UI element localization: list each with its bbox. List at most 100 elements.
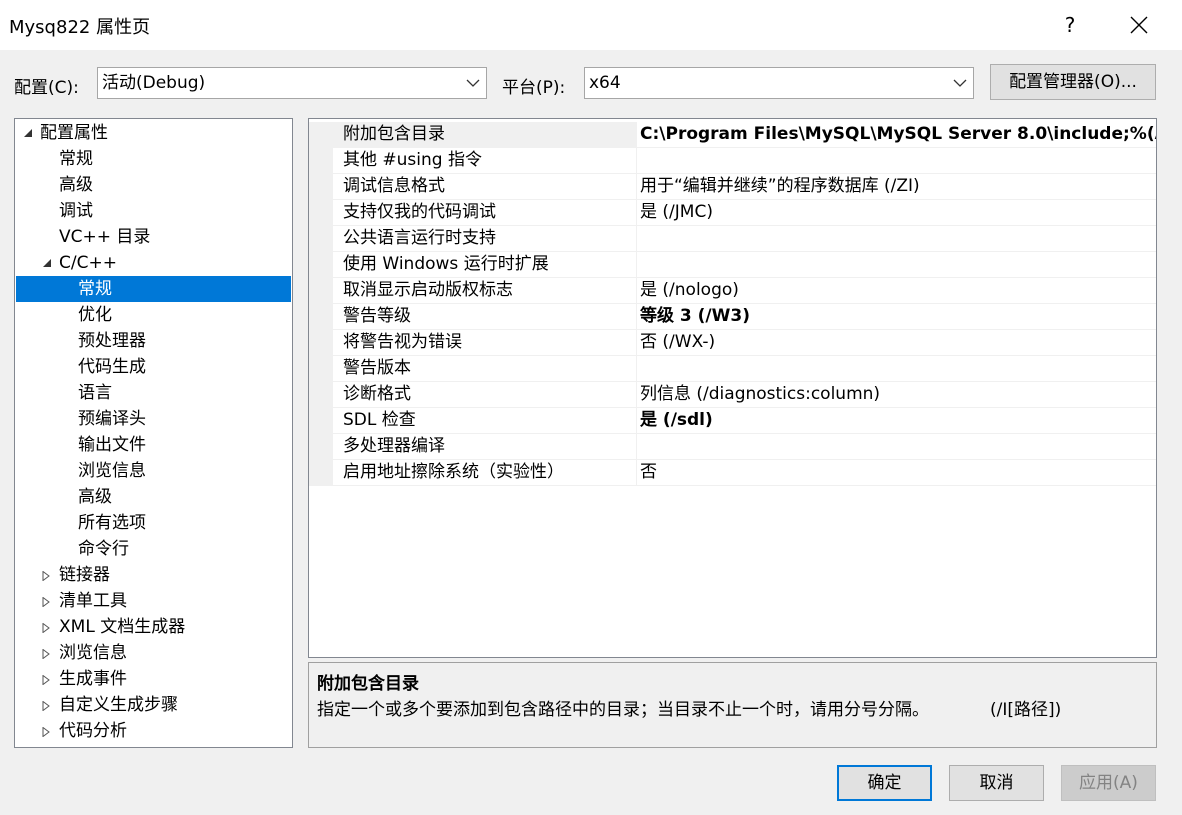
expanded-triangle-icon[interactable] bbox=[23, 120, 35, 146]
collapsed-triangle-icon[interactable] bbox=[42, 666, 54, 692]
property-value[interactable]: 否 (/WX-) bbox=[640, 330, 1156, 355]
property-value[interactable] bbox=[640, 226, 1156, 251]
property-value[interactable] bbox=[640, 356, 1156, 381]
property-name: SDL 检查 bbox=[343, 410, 416, 430]
tree-item[interactable]: 预处理器 bbox=[15, 328, 292, 354]
tree-item-label: 预编译头 bbox=[78, 409, 146, 429]
property-name: 取消显示启动版权标志 bbox=[343, 280, 513, 300]
property-value[interactable] bbox=[640, 252, 1156, 277]
property-row[interactable]: 使用 Windows 运行时扩展 bbox=[309, 252, 1156, 278]
row-gutter bbox=[309, 122, 333, 148]
property-name: 使用 Windows 运行时扩展 bbox=[343, 254, 549, 274]
property-row[interactable]: 警告版本 bbox=[309, 356, 1156, 382]
apply-button[interactable]: 应用(A) bbox=[1061, 765, 1156, 801]
tree-item-label: VC++ 目录 bbox=[59, 227, 151, 247]
tree-item[interactable]: 常规 bbox=[15, 146, 292, 172]
tree-item[interactable]: 常规 bbox=[16, 276, 291, 302]
platform-dropdown-value: x64 bbox=[589, 73, 621, 93]
tree-item[interactable]: 配置属性 bbox=[15, 120, 292, 146]
property-row[interactable]: 启用地址擦除系统（实验性） 否 bbox=[309, 460, 1156, 486]
column-divider bbox=[636, 174, 637, 200]
property-name: 警告等级 bbox=[343, 306, 411, 326]
row-gutter bbox=[309, 356, 333, 382]
property-row[interactable]: 公共语言运行时支持 bbox=[309, 226, 1156, 252]
property-value[interactable]: 列信息 (/diagnostics:column) bbox=[640, 382, 1156, 407]
property-value[interactable]: 是 (/nologo) bbox=[640, 278, 1156, 303]
tree-item-label: 命令行 bbox=[78, 539, 129, 559]
tree-item[interactable]: 生成事件 bbox=[15, 666, 292, 692]
property-name: 支持仅我的代码调试 bbox=[343, 202, 496, 222]
tree-item[interactable]: 调试 bbox=[15, 198, 292, 224]
property-row[interactable]: 警告等级 等级 3 (/W3) bbox=[309, 304, 1156, 330]
tree-item[interactable]: 清单工具 bbox=[15, 588, 292, 614]
tree-item[interactable]: 浏览信息 bbox=[15, 458, 292, 484]
property-row[interactable]: SDL 检查 是 (/sdl) bbox=[309, 408, 1156, 434]
tree-item[interactable]: 浏览信息 bbox=[15, 640, 292, 666]
tree-item[interactable]: 语言 bbox=[15, 380, 292, 406]
property-value[interactable]: 是 (/JMC) bbox=[640, 200, 1156, 225]
property-value[interactable]: C:\Program Files\MySQL\MySQL Server 8.0\… bbox=[640, 122, 1156, 147]
collapsed-triangle-icon[interactable] bbox=[42, 588, 54, 614]
collapsed-triangle-icon[interactable] bbox=[42, 614, 54, 640]
property-row[interactable]: 将警告视为错误 否 (/WX-) bbox=[309, 330, 1156, 356]
tree-item[interactable]: 代码生成 bbox=[15, 354, 292, 380]
tree-item[interactable]: 高级 bbox=[15, 484, 292, 510]
property-value[interactable] bbox=[640, 148, 1156, 173]
tree-item[interactable]: 输出文件 bbox=[15, 432, 292, 458]
tree-item[interactable]: 优化 bbox=[15, 302, 292, 328]
tree-item-label: 常规 bbox=[59, 149, 93, 169]
collapsed-triangle-icon[interactable] bbox=[42, 718, 54, 744]
property-row[interactable]: 取消显示启动版权标志 是 (/nologo) bbox=[309, 278, 1156, 304]
tree-item[interactable]: 所有选项 bbox=[15, 510, 292, 536]
property-value[interactable]: 否 bbox=[640, 460, 1156, 485]
collapsed-triangle-icon[interactable] bbox=[42, 640, 54, 666]
ok-button[interactable]: 确定 bbox=[837, 765, 932, 801]
property-row[interactable]: 支持仅我的代码调试 是 (/JMC) bbox=[309, 200, 1156, 226]
property-row[interactable]: 其他 #using 指令 bbox=[309, 148, 1156, 174]
platform-dropdown[interactable]: x64 bbox=[584, 67, 974, 99]
tree-item-label: 代码分析 bbox=[59, 721, 127, 741]
help-button[interactable]: ? bbox=[1055, 10, 1085, 40]
column-divider bbox=[636, 278, 637, 304]
property-row[interactable]: 多处理器编译 bbox=[309, 434, 1156, 460]
tree-item[interactable]: 命令行 bbox=[15, 536, 292, 562]
tree-item-label: 高级 bbox=[59, 175, 93, 195]
property-tree[interactable]: 配置属性 常规 高级 调试 VC++ 目录 C/C++ 常规 优化 预处理器 代码生成 语言 预编译头… bbox=[14, 118, 293, 748]
tree-item-label: 浏览信息 bbox=[78, 461, 146, 481]
collapsed-triangle-icon[interactable] bbox=[42, 692, 54, 718]
tree-item[interactable]: 预编译头 bbox=[15, 406, 292, 432]
tree-item[interactable]: XML 文档生成器 bbox=[15, 614, 292, 640]
expanded-triangle-icon[interactable] bbox=[42, 250, 54, 276]
property-name: 公共语言运行时支持 bbox=[343, 228, 496, 248]
property-value[interactable]: 用于“编辑并继续”的程序数据库 (/ZI) bbox=[640, 174, 1156, 199]
column-divider bbox=[636, 356, 637, 382]
property-value[interactable]: 是 (/sdl) bbox=[640, 408, 1156, 433]
tree-item-label: 生成事件 bbox=[59, 669, 127, 689]
chevron-down-icon bbox=[953, 68, 967, 98]
tree-item[interactable]: VC++ 目录 bbox=[15, 224, 292, 250]
tree-item-label: C/C++ bbox=[59, 253, 117, 273]
close-button[interactable] bbox=[1124, 10, 1154, 40]
property-row[interactable]: 诊断格式 列信息 (/diagnostics:column) bbox=[309, 382, 1156, 408]
property-row[interactable]: 附加包含目录 C:\Program Files\MySQL\MySQL Serve… bbox=[309, 122, 1156, 148]
tree-item[interactable]: 链接器 bbox=[15, 562, 292, 588]
description-text: 指定一个或多个要添加到包含路径中的目录；当目录不止一个时，请用分号分隔。 bbox=[317, 700, 929, 720]
tree-item[interactable]: 代码分析 bbox=[15, 718, 292, 744]
window-title: Mysq822 属性页 bbox=[9, 17, 151, 38]
row-gutter bbox=[309, 278, 333, 304]
column-divider bbox=[636, 252, 637, 278]
property-value[interactable]: 等级 3 (/W3) bbox=[640, 304, 1156, 329]
config-manager-button[interactable]: 配置管理器(O)... bbox=[990, 64, 1156, 100]
tree-item[interactable]: C/C++ bbox=[15, 250, 292, 276]
column-divider bbox=[636, 460, 637, 486]
property-grid[interactable]: 附加包含目录 C:\Program Files\MySQL\MySQL Serve… bbox=[308, 118, 1157, 658]
tree-item[interactable]: 自定义生成步骤 bbox=[15, 692, 292, 718]
property-name: 附加包含目录 bbox=[333, 122, 637, 147]
cancel-button[interactable]: 取消 bbox=[949, 765, 1044, 801]
property-value[interactable] bbox=[640, 434, 1156, 459]
tree-item[interactable]: 高级 bbox=[15, 172, 292, 198]
collapsed-triangle-icon[interactable] bbox=[42, 562, 54, 588]
tree-item-label: 调试 bbox=[59, 201, 93, 221]
property-row[interactable]: 调试信息格式 用于“编辑并继续”的程序数据库 (/ZI) bbox=[309, 174, 1156, 200]
config-dropdown[interactable]: 活动(Debug) bbox=[97, 67, 487, 99]
